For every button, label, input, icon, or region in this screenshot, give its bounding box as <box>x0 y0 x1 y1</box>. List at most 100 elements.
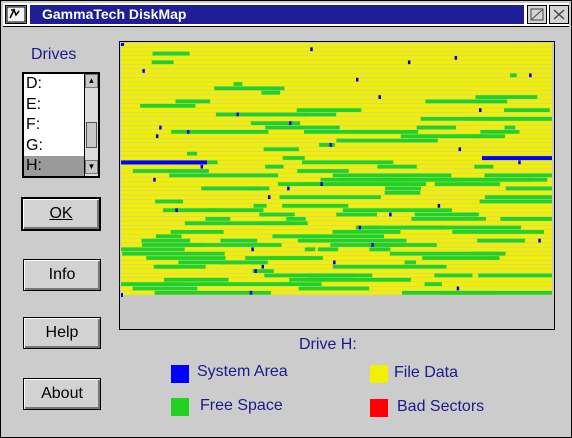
drives-scrollbar[interactable]: ▲ ▼ <box>84 74 98 176</box>
bad-sectors-label: Bad Sectors <box>397 398 485 415</box>
free-space-block <box>151 60 174 65</box>
info-button-label: Info <box>48 266 76 283</box>
file-data-block <box>121 190 552 195</box>
free-space-block <box>272 234 384 239</box>
file-data-block <box>121 77 552 82</box>
system-area-block <box>261 264 265 269</box>
free-space-block <box>141 238 191 243</box>
free-space-block <box>342 208 452 213</box>
free-space-block <box>319 143 335 147</box>
drive-item[interactable]: D: <box>24 74 84 95</box>
drive-label: Drive H: <box>299 336 357 353</box>
free-space-block <box>154 290 271 295</box>
drives-list: D: E: F: G: H: <box>24 74 84 176</box>
free-space-block <box>302 160 394 165</box>
drives-label: Drives <box>31 46 77 63</box>
system-area-block <box>186 130 190 134</box>
free-space-block <box>261 90 281 95</box>
file-data-block <box>121 64 552 69</box>
free-space-block <box>121 282 181 286</box>
free-space-block <box>210 208 264 213</box>
free-space-block <box>477 238 526 243</box>
free-space-block <box>480 130 520 134</box>
free-space-block <box>132 286 198 291</box>
free-space-block <box>386 173 452 178</box>
free-space-block <box>296 108 362 112</box>
free-space-block <box>146 256 226 260</box>
free-space-block <box>251 260 268 265</box>
free-space-block <box>454 134 483 139</box>
free-space-block <box>425 99 508 104</box>
system-area-block <box>482 156 552 161</box>
free-space-block <box>132 169 209 173</box>
free-space-block <box>280 282 322 286</box>
file-data-block <box>121 56 552 60</box>
disk-map <box>119 41 555 330</box>
drive-item[interactable]: F: <box>24 115 84 136</box>
free-space-block <box>153 264 180 269</box>
system-area-swatch <box>171 365 189 383</box>
system-area-block <box>378 95 381 99</box>
scroll-thumb[interactable] <box>86 122 97 148</box>
file-data-block <box>121 186 552 191</box>
free-space-block <box>175 99 211 104</box>
ok-button[interactable]: OK <box>21 197 101 231</box>
system-menu-button[interactable] <box>5 5 27 24</box>
free-space-block <box>215 112 308 117</box>
free-space-block <box>424 282 442 286</box>
system-area-block <box>407 60 411 65</box>
minimize-button[interactable] <box>527 5 547 24</box>
free-space-block <box>122 251 225 256</box>
free-space-block <box>265 164 284 169</box>
minimize-icon <box>530 8 544 21</box>
system-area-block <box>200 164 204 169</box>
free-space-block <box>186 151 198 156</box>
free-space-block <box>265 125 340 130</box>
free-space-block <box>205 217 231 221</box>
file-data-block <box>121 43 552 47</box>
drive-item[interactable]: G: <box>24 136 84 157</box>
system-area-block <box>458 147 462 152</box>
file-data-block <box>121 47 552 52</box>
system-area-block <box>389 212 392 217</box>
free-space-block <box>297 238 318 243</box>
free-space-block <box>183 243 247 247</box>
free-space-block <box>247 186 260 191</box>
help-button[interactable]: Help <box>23 317 101 349</box>
free-space-block <box>169 173 279 178</box>
window-title: GammaTech DiskMap <box>30 5 524 24</box>
scroll-up-button[interactable]: ▲ <box>85 74 98 88</box>
free-space-block <box>410 182 427 186</box>
free-space-block <box>307 273 346 278</box>
system-area-block <box>329 143 333 147</box>
free-space-block <box>140 103 196 108</box>
free-space-block <box>170 230 224 234</box>
file-data-block <box>121 121 552 126</box>
free-space-block <box>509 73 517 78</box>
system-area-block <box>175 208 178 213</box>
free-space-block <box>369 247 391 252</box>
close-button[interactable] <box>549 5 569 24</box>
free-space-block <box>171 130 269 134</box>
free-space-block <box>487 256 500 260</box>
scroll-down-button[interactable]: ▼ <box>85 160 98 174</box>
drives-listbox[interactable]: D: E: F: G: H: ▲ ▼ <box>22 72 100 178</box>
drive-item[interactable]: H: <box>24 156 84 176</box>
free-space-block <box>279 195 381 199</box>
free-space-block <box>384 190 421 195</box>
free-space-block <box>375 177 477 182</box>
free-space-block <box>286 217 306 221</box>
about-button[interactable]: About <box>23 378 101 410</box>
info-button[interactable]: Info <box>23 259 101 291</box>
drive-item[interactable]: E: <box>24 95 84 116</box>
free-space-block <box>220 238 258 243</box>
free-space-block <box>434 182 500 186</box>
free-space-block <box>420 116 502 121</box>
system-area-block <box>287 186 290 191</box>
free-space-block <box>422 256 495 260</box>
system-area-block <box>320 182 323 186</box>
free-space-block <box>377 164 417 169</box>
free-space-block <box>244 243 282 247</box>
free-space-block <box>500 217 552 221</box>
free-space-block <box>318 247 339 252</box>
